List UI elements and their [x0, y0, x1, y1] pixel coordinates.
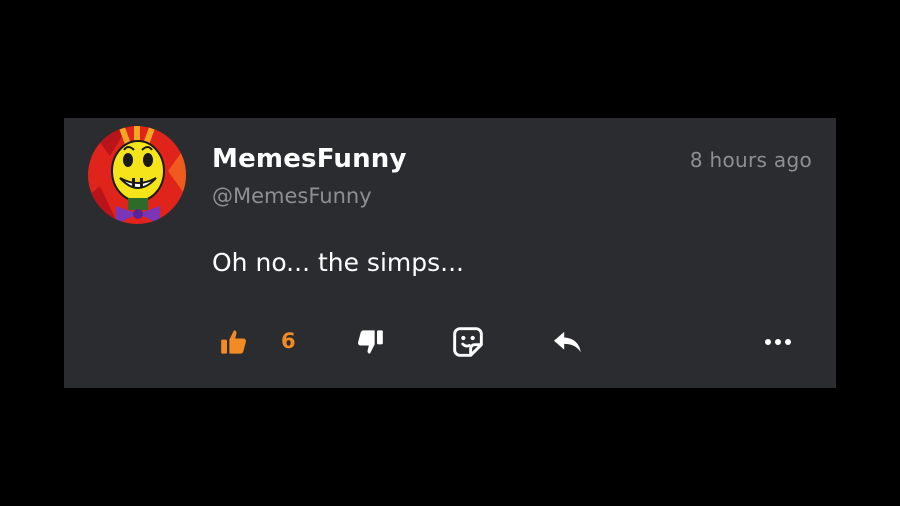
thumbs-down-icon [358, 330, 383, 354]
user-handle[interactable]: @MemesFunny [212, 184, 372, 208]
sticker-icon [453, 327, 483, 357]
reply-button[interactable] [550, 324, 586, 360]
username[interactable]: MemesFunny [212, 144, 407, 174]
sticker-button[interactable] [450, 324, 486, 360]
clown-avatar-icon [88, 126, 186, 224]
more-button[interactable] [760, 324, 796, 360]
avatar[interactable] [88, 126, 186, 224]
comment-text: Oh no... the simps... [212, 248, 464, 277]
comment-card: MemesFunny @MemesFunny 8 hours ago Oh no… [64, 118, 836, 388]
action-bar: 6 [64, 324, 836, 360]
reply-icon [554, 331, 581, 353]
dislike-button[interactable] [352, 324, 388, 360]
more-icon [765, 339, 791, 345]
like-button[interactable] [216, 324, 252, 360]
post-timestamp: 8 hours ago [689, 148, 812, 172]
thumbs-up-icon [221, 330, 246, 354]
screen: MemesFunny @MemesFunny 8 hours ago Oh no… [0, 0, 900, 506]
like-count: 6 [281, 329, 296, 353]
